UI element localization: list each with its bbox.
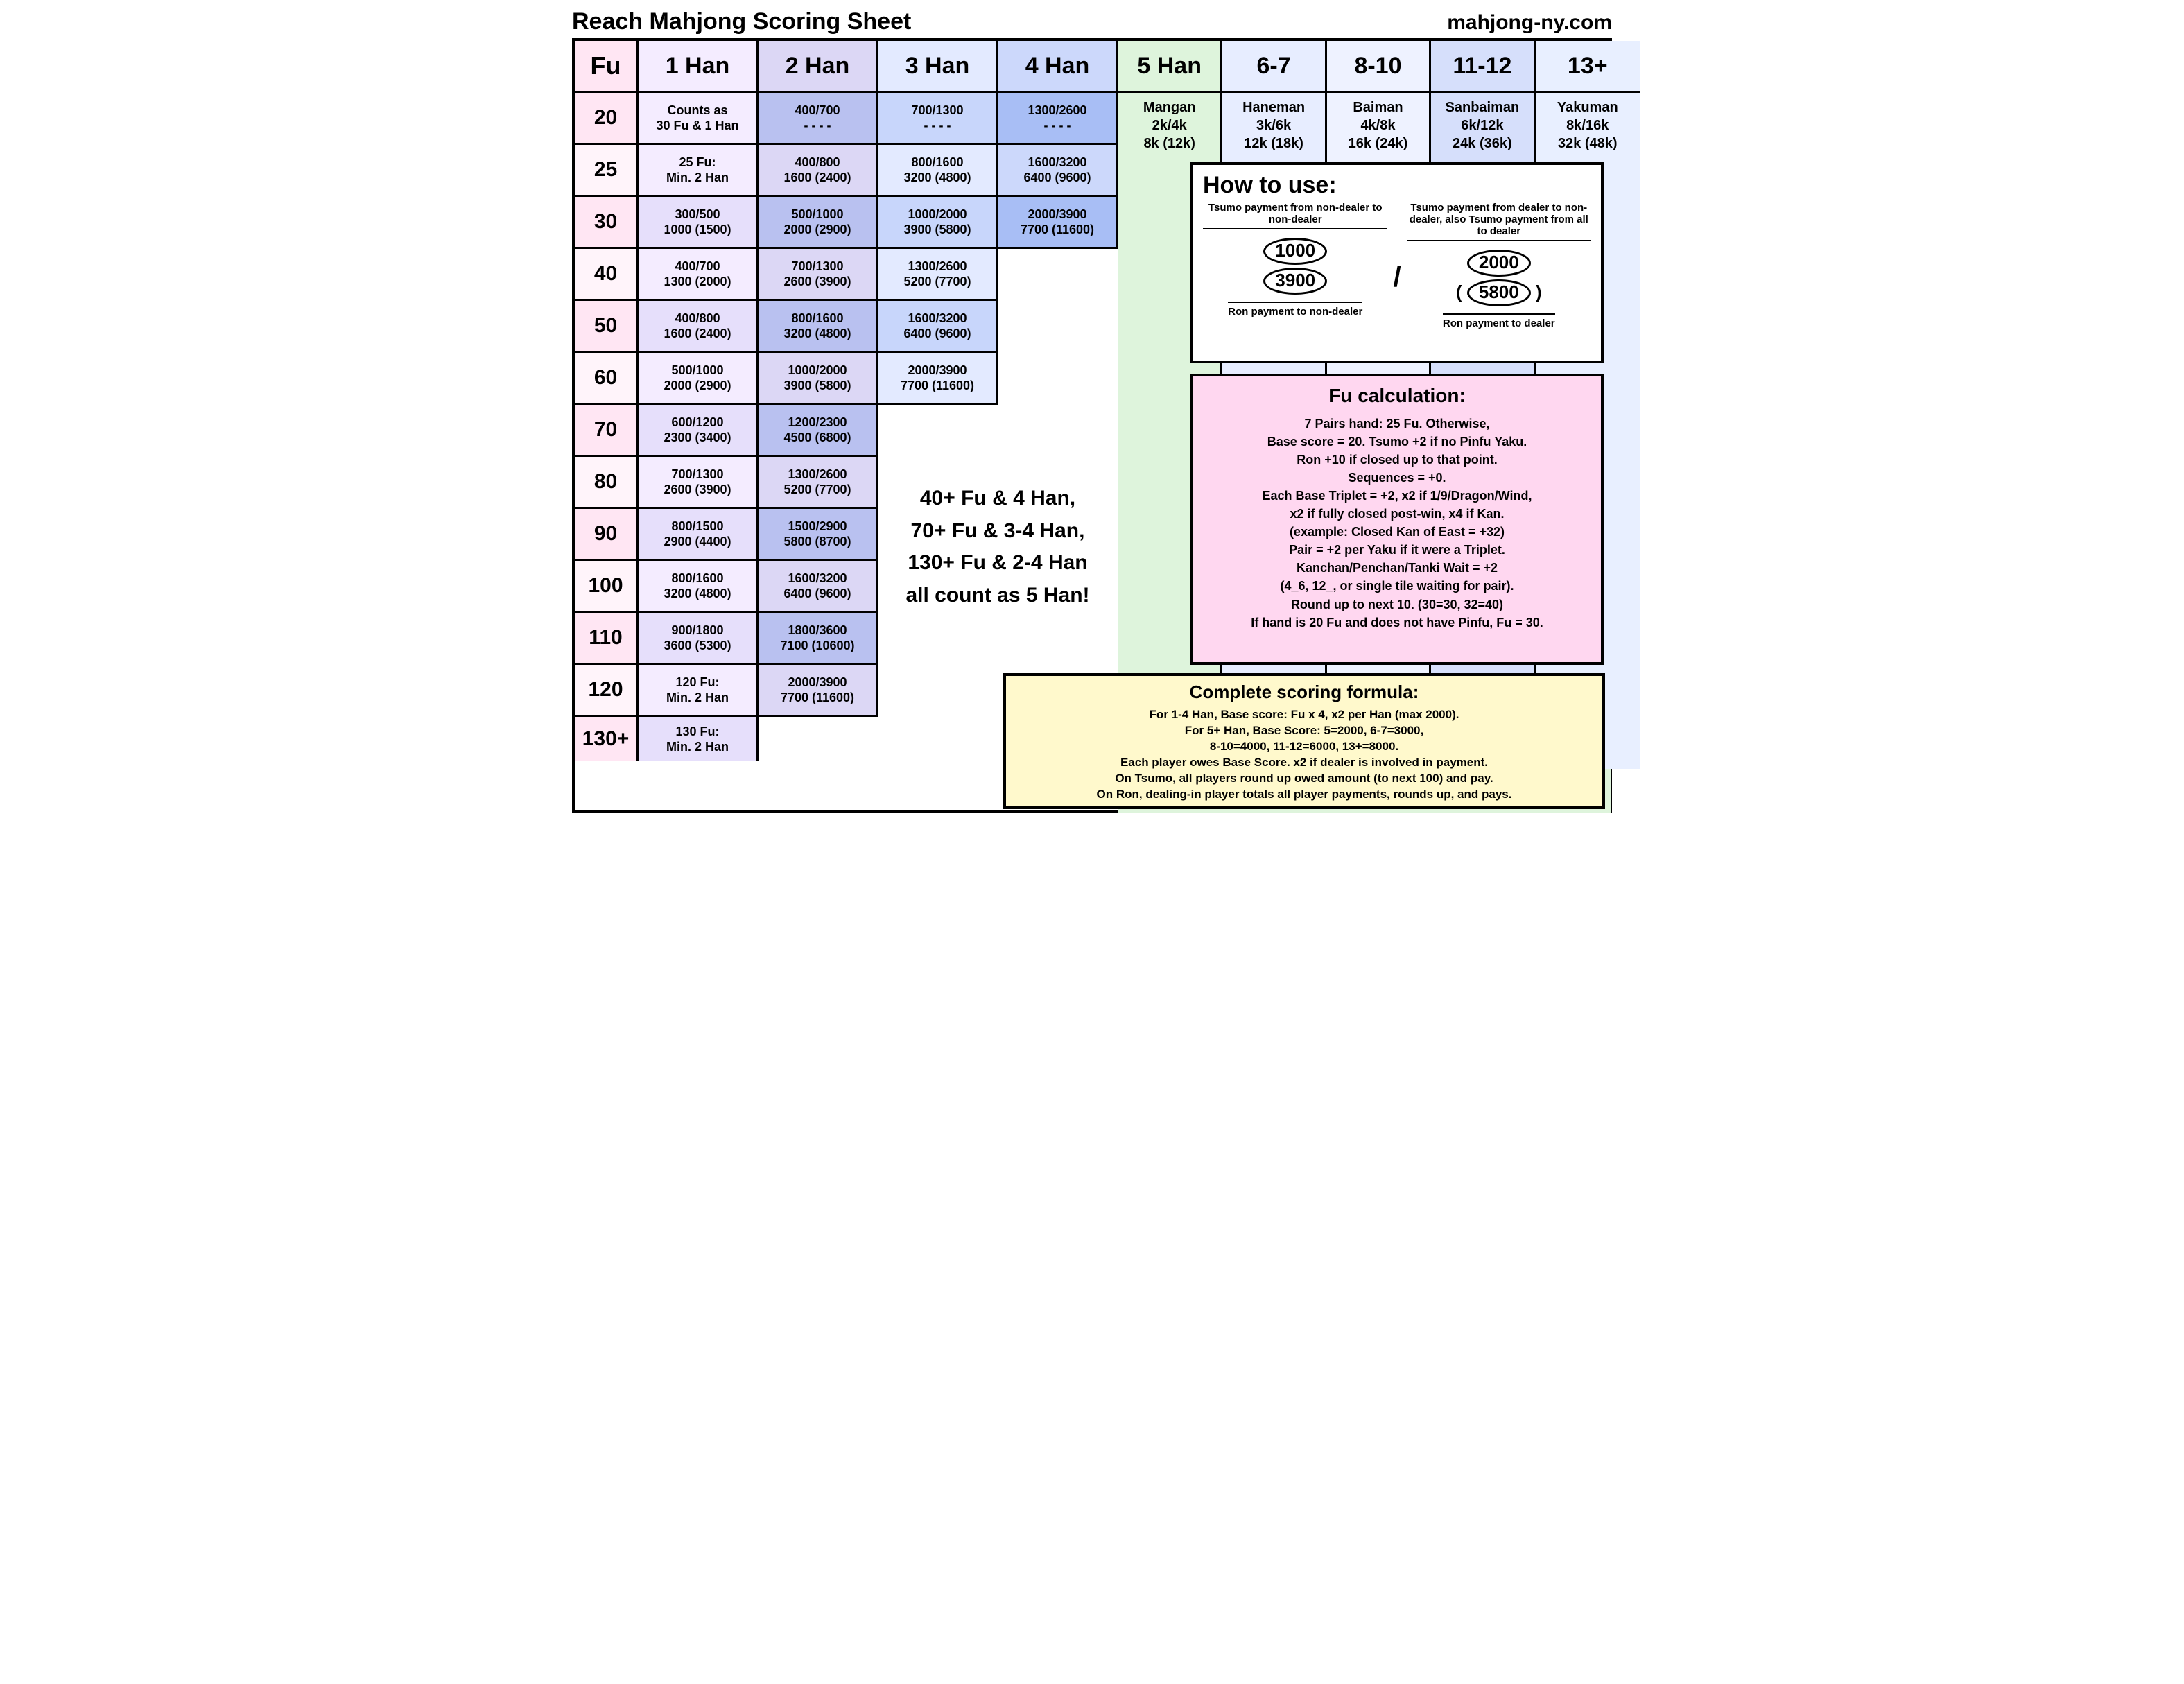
cell-30-1: 300/5001000 (1500) — [639, 197, 759, 249]
howto-right-top: Tsumo payment from dealer to non-dealer,… — [1407, 202, 1591, 241]
hdr-3han: 3 Han — [878, 41, 998, 93]
page-url: mahjong-ny.com — [1447, 11, 1612, 35]
cell-20-3: 700/1300- - - - — [878, 93, 998, 145]
cell-60-1: 500/10002000 (2900) — [639, 353, 759, 405]
cell-30-3: 1000/20003900 (5800) — [878, 197, 998, 249]
cell-30-2: 500/10002000 (2900) — [759, 197, 878, 249]
fu-50: 50 — [575, 301, 639, 353]
howto-box: How to use: Tsumo payment from non-deale… — [1190, 162, 1604, 363]
cell-100-1: 800/16003200 (4800) — [639, 561, 759, 613]
fu-20: 20 — [575, 93, 639, 145]
fu-70: 70 — [575, 405, 639, 457]
cell-40-1: 400/7001300 (2000) — [639, 249, 759, 301]
cell-20-2: 400/700- - - - — [759, 93, 878, 145]
cell-60-2: 1000/20003900 (5800) — [759, 353, 878, 405]
titlebar: Reach Mahjong Scoring Sheet mahjong-ny.c… — [572, 8, 1612, 35]
cell-80-2: 1300/26005200 (7700) — [759, 457, 878, 509]
cell-20-4: 1300/2600- - - - — [998, 93, 1118, 145]
cell-100-2: 1600/32006400 (9600) — [759, 561, 878, 613]
cell-60-3: 2000/39007700 (11600) — [878, 353, 998, 405]
fu-80: 80 — [575, 457, 639, 509]
cell-110-2: 1800/36007100 (10600) — [759, 613, 878, 665]
hdr-11-12: 11-12 — [1431, 41, 1535, 93]
cell-40-3: 1300/26005200 (7700) — [878, 249, 998, 301]
fu-60: 60 — [575, 353, 639, 405]
cell-50-1: 400/8001600 (2400) — [639, 301, 759, 353]
scoring-outer: Fu 1 Han 2 Han 3 Han 4 Han 5 Han 6-7 8-1… — [572, 38, 1612, 813]
fu-110: 110 — [575, 613, 639, 665]
hdr-2han: 2 Han — [759, 41, 878, 93]
fu-calculation-box: Fu calculation: 7 Pairs hand: 25 Fu. Oth… — [1190, 374, 1604, 665]
howto-n1: 1000 — [1263, 238, 1327, 265]
fu-130: 130+ — [575, 717, 639, 761]
fu-30: 30 — [575, 197, 639, 249]
howto-n2: 2000 — [1467, 250, 1531, 277]
cell-80-1: 700/13002600 (3900) — [639, 457, 759, 509]
howto-right-bot: Ron payment to dealer — [1443, 313, 1555, 329]
fubox-title: Fu calculation: — [1203, 382, 1591, 410]
fu-100: 100 — [575, 561, 639, 613]
page-title: Reach Mahjong Scoring Sheet — [572, 8, 911, 35]
cell-50-3: 1600/32006400 (9600) — [878, 301, 998, 353]
cell-25-4: 1600/32006400 (9600) — [998, 145, 1118, 197]
hdr-6-7: 6-7 — [1222, 41, 1326, 93]
howto-title: How to use: — [1203, 172, 1591, 199]
cell-90-1: 800/15002900 (4400) — [639, 509, 759, 561]
cell-120-2: 2000/39007700 (11600) — [759, 665, 878, 717]
cell-110-1: 900/18003600 (5300) — [639, 613, 759, 665]
cell-70-2: 1200/23004500 (6800) — [759, 405, 878, 457]
hdr-4han: 4 Han — [998, 41, 1118, 93]
cell-30-4: 2000/39007700 (11600) — [998, 197, 1118, 249]
cell-50-2: 800/16003200 (4800) — [759, 301, 878, 353]
cell-90-2: 1500/29005800 (8700) — [759, 509, 878, 561]
hdr-5han: 5 Han — [1118, 41, 1222, 93]
howto-n3: 3900 — [1263, 268, 1327, 295]
fu-25: 25 — [575, 145, 639, 197]
cell-25-2: 400/8001600 (2400) — [759, 145, 878, 197]
cell-70-1: 600/12002300 (3400) — [639, 405, 759, 457]
hdr-fu: Fu — [575, 41, 639, 93]
hdr-1han: 1 Han — [639, 41, 759, 93]
formula-title: Complete scoring formula: — [1013, 680, 1595, 704]
cell-20-1: Counts as30 Fu & 1 Han — [639, 93, 759, 145]
howto-n4: 5800 — [1467, 279, 1531, 306]
cell-40-2: 700/13002600 (3900) — [759, 249, 878, 301]
hdr-8-10: 8-10 — [1327, 41, 1431, 93]
cell-120-1: 120 Fu:Min. 2 Han — [639, 665, 759, 717]
formula-box: Complete scoring formula: For 1-4 Han, B… — [1003, 673, 1605, 809]
hdr-13+: 13+ — [1536, 41, 1640, 93]
fu-120: 120 — [575, 665, 639, 717]
cell-25-1: 25 Fu:Min. 2 Han — [639, 145, 759, 197]
cell-25-3: 800/16003200 (4800) — [878, 145, 998, 197]
howto-left-bot: Ron payment to non-dealer — [1228, 302, 1362, 318]
fu-90: 90 — [575, 509, 639, 561]
howto-left-top: Tsumo payment from non-dealer to non-dea… — [1203, 202, 1387, 229]
howto-slash: / — [1393, 238, 1401, 293]
fu-40: 40 — [575, 249, 639, 301]
cell-130-1: 130 Fu:Min. 2 Han — [639, 717, 759, 761]
